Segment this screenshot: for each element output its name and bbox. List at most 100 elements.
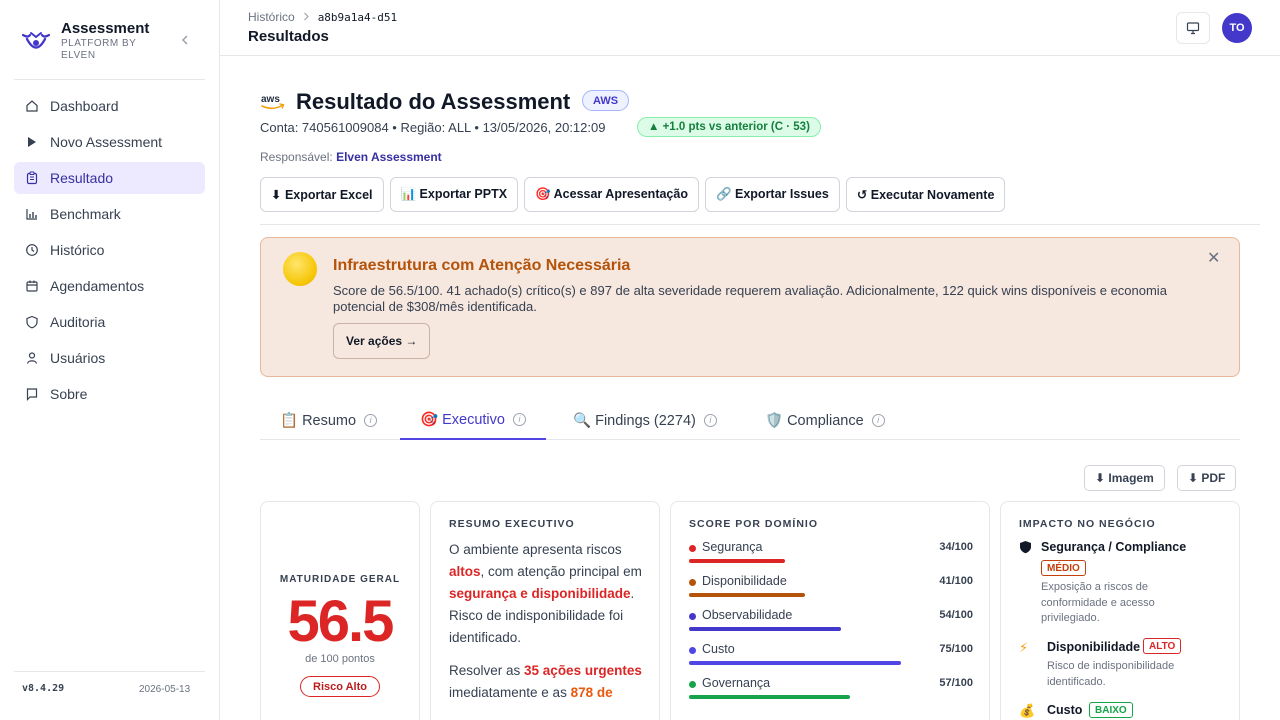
tab-compliance[interactable]: 🛡️ Compliance i	[765, 400, 885, 440]
summary-highlight: 35 ações urgentes	[524, 663, 642, 678]
download-pdf-button[interactable]: ⬇ PDF	[1177, 465, 1237, 491]
avatar[interactable]: TO	[1222, 13, 1252, 43]
sidebar-item-label: Benchmark	[50, 206, 121, 222]
domain-dot	[689, 681, 696, 688]
sidebar-item-resultado[interactable]: Resultado	[14, 162, 205, 194]
main-content: aws Resultado do Assessment AWS Conta: 7…	[220, 56, 1280, 720]
tab-executivo[interactable]: 🎯 Executivo i	[400, 400, 546, 440]
domain-dot	[689, 613, 696, 620]
domain-dot	[689, 545, 696, 552]
domain-row: Observabilidade 54/100	[689, 608, 973, 638]
summary-text: imediatamente e as	[449, 685, 571, 700]
view-actions-button[interactable]: Ver ações →	[333, 323, 431, 359]
maturity-card: MATURIDADE GERAL 56.5 de 100 pontos Risc…	[260, 501, 420, 720]
impact-item-security: Segurança / Compliance MÉDIO Exposição a…	[1019, 540, 1219, 624]
top-header: Histórico a8b9a1a4-d51 Resultados TO	[220, 0, 1280, 56]
tab-label: 🛡️ Compliance	[765, 412, 864, 429]
executive-summary-text: O ambiente apresenta riscos altos, com a…	[449, 539, 649, 704]
monitor-icon	[1186, 22, 1200, 35]
impact-item-cost: 💰 Custo BAIXO	[1019, 702, 1219, 720]
maturity-label: MATURIDADE GERAL	[279, 574, 401, 585]
shield-icon	[24, 314, 40, 330]
domain-score: 57/100	[939, 677, 973, 689]
sidebar-item-label: Sobre	[50, 386, 88, 402]
divider	[14, 671, 205, 672]
bar-chart-icon	[24, 206, 40, 222]
info-icon[interactable]: i	[871, 413, 885, 427]
elven-logo-icon	[21, 32, 51, 49]
domain-row: Disponibilidade 41/100	[689, 574, 973, 604]
export-excel-button[interactable]: ⬇ Exportar Excel	[260, 177, 384, 212]
sidebar-item-sobre[interactable]: Sobre	[14, 378, 205, 410]
shield-black-icon	[1019, 540, 1032, 557]
chevron-left-icon	[181, 35, 188, 45]
tab-label: 📋 Resumo	[280, 412, 357, 429]
tab-label: 🔍 Findings (2274)	[573, 412, 696, 429]
breadcrumb: Histórico a8b9a1a4-d51	[248, 10, 397, 24]
risk-badge: Risco Alto	[300, 676, 380, 697]
domain-row: Custo 75/100	[689, 642, 973, 672]
domain-score-bar	[689, 593, 805, 597]
domain-row: Segurança 34/100	[689, 540, 973, 570]
impact-level-badge: MÉDIO	[1041, 560, 1086, 576]
card-label: SCORE POR DOMÍNIO	[689, 518, 819, 530]
build-date: 2026-05-13	[139, 684, 191, 695]
sidebar-item-dashboard[interactable]: Dashboard	[14, 90, 205, 122]
sidebar-item-auditoria[interactable]: Auditoria	[14, 306, 205, 338]
brand-title: Assessment	[61, 20, 150, 37]
domain-name: Governança	[702, 676, 771, 690]
export-pptx-button[interactable]: 📊 Exportar PPTX	[389, 177, 519, 212]
divider	[14, 79, 205, 80]
result-title: Resultado do Assessment	[296, 89, 571, 114]
sidebar-item-benchmark[interactable]: Benchmark	[14, 198, 205, 230]
breadcrumb-current: a8b9a1a4-d51	[317, 10, 398, 24]
maturity-subtitle: de 100 pontos	[305, 653, 375, 665]
tab-resumo[interactable]: 📋 Resumo i	[280, 400, 378, 440]
sidebar-item-usuarios[interactable]: Usuários	[14, 342, 205, 374]
download-image-button[interactable]: ⬇ Imagem	[1084, 465, 1165, 491]
sidebar-item-label: Auditoria	[50, 314, 106, 330]
info-icon[interactable]: i	[512, 412, 526, 426]
summary-paragraph: Resolver as 35 ações urgentes imediatame…	[449, 660, 649, 704]
aws-logo-icon: aws	[261, 94, 285, 110]
domain-dot	[689, 647, 696, 654]
sidebar-item-novo-assessment[interactable]: Novo Assessment	[14, 126, 205, 158]
rerun-button[interactable]: ↺ Executar Novamente	[845, 177, 1006, 212]
lightning-icon: ⚡	[1019, 640, 1029, 655]
sidebar-item-label: Resultado	[50, 170, 114, 186]
close-icon[interactable]: ✕	[1207, 248, 1220, 268]
summary-highlight: segurança e disponibilidade	[449, 586, 631, 601]
open-presentation-button[interactable]: 🎯 Acessar Apresentação	[524, 177, 699, 212]
breadcrumb-parent-link[interactable]: Histórico	[248, 10, 295, 24]
result-tabs: 📋 Resumo i 🎯 Executivo i 🔍 Findings (227…	[260, 400, 1240, 440]
impact-name: Disponibilidade	[1047, 640, 1141, 654]
yellow-circle-icon	[283, 252, 317, 286]
domain-row: Governança 57/100	[689, 676, 973, 706]
brand: Assessment PLATFORM BY ELVEN	[20, 20, 205, 64]
sidebar-item-label: Dashboard	[50, 98, 119, 114]
domain-name: Observabilidade	[702, 608, 793, 622]
export-issues-button[interactable]: 🔗 Exportar Issues	[704, 177, 840, 212]
money-bag-icon: 💰	[1019, 703, 1036, 718]
business-impact-card: IMPACTO NO NEGÓCIO Segurança / Complianc…	[1000, 501, 1240, 720]
divider	[260, 224, 1260, 225]
domain-score: 54/100	[939, 609, 973, 621]
sidebar-item-agendamentos[interactable]: Agendamentos	[14, 270, 205, 302]
sidebar-nav: Dashboard Novo Assessment Resultado Benc…	[14, 90, 205, 414]
display-mode-button[interactable]	[1176, 12, 1210, 44]
summary-paragraph: O ambiente apresenta riscos altos, com a…	[449, 539, 649, 649]
responsible-label: Responsável:	[260, 150, 333, 164]
sidebar-item-historico[interactable]: Histórico	[14, 234, 205, 266]
info-icon[interactable]: i	[703, 413, 717, 427]
action-bar: ⬇ Exportar Excel 📊 Exportar PPTX 🎯 Acess…	[260, 177, 1011, 212]
tab-findings[interactable]: 🔍 Findings (2274) i	[573, 400, 717, 440]
domain-score: 75/100	[939, 643, 973, 655]
summary-text: , com atenção principal em	[480, 564, 642, 579]
info-icon[interactable]: i	[364, 413, 378, 427]
domain-score-card: SCORE POR DOMÍNIO Segurança 34/100 Disponi…	[670, 501, 990, 720]
summary-text: O ambiente apresenta riscos	[449, 542, 622, 557]
clock-icon	[24, 242, 40, 258]
summary-text: Resolver as	[449, 663, 525, 678]
message-icon	[24, 386, 40, 402]
collapse-sidebar-button[interactable]	[180, 32, 190, 48]
